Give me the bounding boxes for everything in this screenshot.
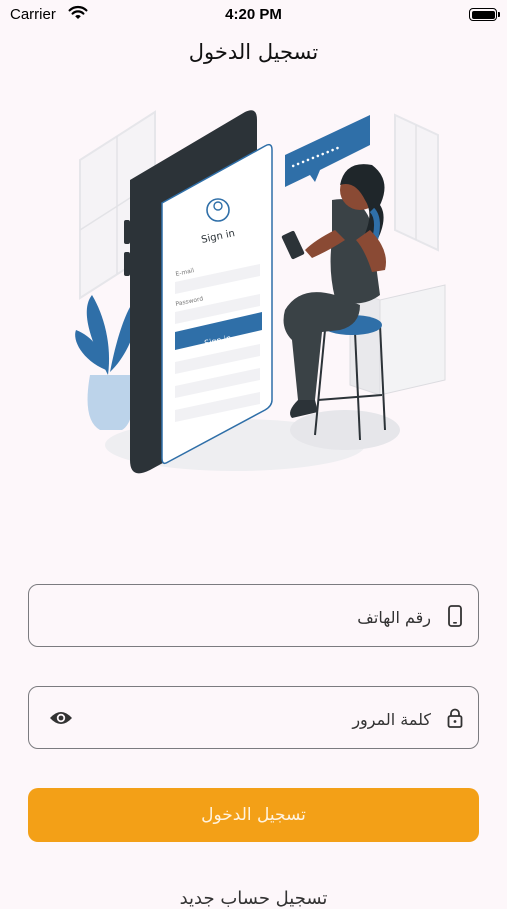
battery-icon [469,8,500,21]
phone-icon [448,605,462,627]
lock-icon [447,708,463,728]
eye-icon[interactable] [49,709,73,727]
password-field[interactable] [28,686,479,749]
clock: 4:20 PM [225,6,282,23]
login-illustration: Sign in E-mail Password Sign in ••••••••… [75,110,446,474]
status-bar: Carrier 4:20 PM [0,0,507,30]
page-title: تسجيل الدخول [188,40,319,64]
phone-field[interactable] [28,584,479,647]
password-input[interactable] [109,701,433,737]
register-link[interactable]: تسجيل حساب جديد [0,888,507,909]
login-button[interactable]: تسجيل الدخول [28,788,479,842]
phone-input[interactable] [109,599,433,635]
